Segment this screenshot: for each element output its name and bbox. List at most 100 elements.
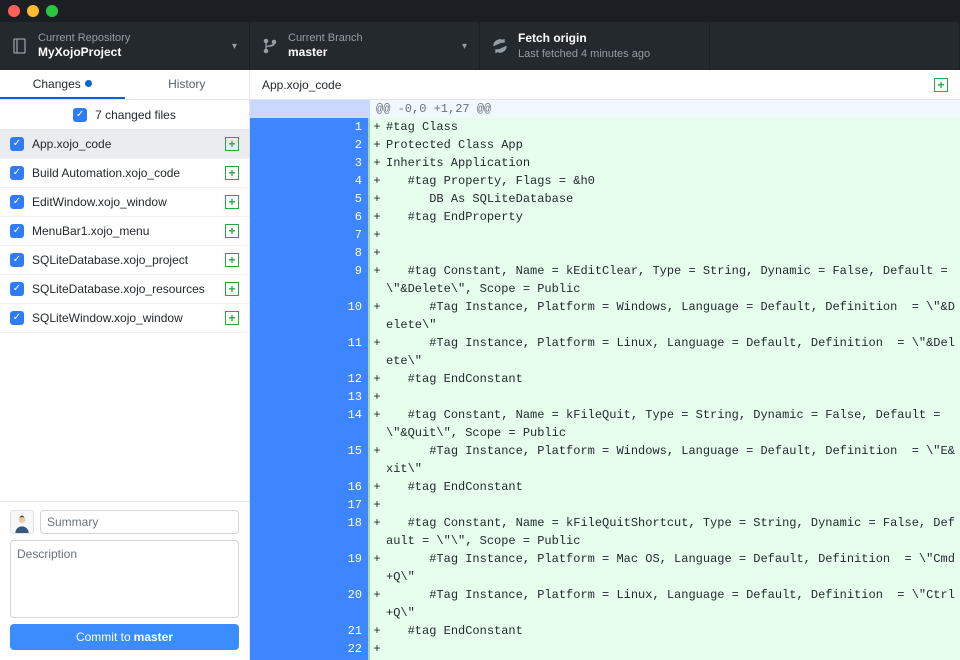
file-name: SQLiteDatabase.xojo_project [32, 253, 217, 267]
diff-marker: + [370, 226, 384, 244]
file-row[interactable]: ✓ SQLiteDatabase.xojo_project + [0, 246, 249, 275]
line-number: 12 [340, 370, 370, 388]
diff-body[interactable]: @@ -0,0 +1,27 @@ 1+#tag Class2+Protected… [250, 100, 960, 660]
diff-line[interactable]: 5+ DB As SQLiteDatabase [250, 190, 960, 208]
diff-marker: + [370, 298, 384, 334]
diff-marker: + [370, 622, 384, 640]
diff-text [384, 496, 960, 514]
diff-text: #Tag Instance, Platform = Windows, Langu… [384, 298, 960, 334]
diff-line[interactable]: 19+ #Tag Instance, Platform = Mac OS, La… [250, 550, 960, 586]
line-number: 8 [340, 244, 370, 262]
diff-line[interactable]: 7+ [250, 226, 960, 244]
commit-description-input[interactable]: Description [10, 540, 239, 618]
diff-line[interactable]: 4+ #tag Property, Flags = &h0 [250, 172, 960, 190]
file-checkbox[interactable]: ✓ [10, 137, 24, 151]
diff-marker: + [370, 262, 384, 298]
line-number: 7 [340, 226, 370, 244]
diff-marker: + [370, 136, 384, 154]
file-row[interactable]: ✓SQLiteWindow.xojo_window+ [0, 304, 249, 333]
diff-line[interactable]: 9+ #tag Constant, Name = kEditClear, Typ… [250, 262, 960, 298]
diff-marker: + [370, 406, 384, 442]
diff-line[interactable]: 3+Inherits Application [250, 154, 960, 172]
file-checkbox[interactable]: ✓ [10, 195, 24, 209]
file-row[interactable]: ✓SQLiteDatabase.xojo_resources+ [0, 275, 249, 304]
diff-header: App.xojo_code + [250, 70, 960, 100]
changes-summary-row[interactable]: ✓ 7 changed files [0, 100, 249, 130]
repo-name: MyXojoProject [38, 45, 130, 61]
changes-count-label: 7 changed files [95, 108, 176, 122]
file-row[interactable]: ✓MenuBar1.xojo_menu+ [0, 217, 249, 246]
diff-line[interactable]: 22+ [250, 640, 960, 658]
file-checkbox[interactable]: ✓ [10, 253, 24, 267]
file-row[interactable]: ✓Build Automation.xojo_code+ [0, 159, 249, 188]
line-number: 2 [340, 136, 370, 154]
close-window-icon[interactable] [8, 5, 20, 17]
diff-line[interactable]: 15+ #Tag Instance, Platform = Windows, L… [250, 442, 960, 478]
diff-marker: + [370, 370, 384, 388]
diff-text [384, 388, 960, 406]
tab-changes-label: Changes [33, 77, 81, 91]
diff-line[interactable]: 8+ [250, 244, 960, 262]
line-number: 15 [340, 442, 370, 478]
select-all-checkbox[interactable]: ✓ [73, 108, 87, 122]
diff-line[interactable]: 1+#tag Class [250, 118, 960, 136]
line-number: 6 [340, 208, 370, 226]
file-checkbox[interactable]: ✓ [10, 166, 24, 180]
header-spacer [710, 22, 960, 70]
tab-history-label: History [168, 77, 205, 91]
file-name: App.xojo_code [32, 137, 217, 151]
commit-button[interactable]: Commit to master [10, 624, 239, 650]
diff-file-name: App.xojo_code [262, 78, 341, 92]
diff-text [384, 640, 960, 658]
minimize-window-icon[interactable] [27, 5, 39, 17]
sidebar-tabs: Changes History [0, 70, 249, 100]
branch-icon [262, 38, 278, 54]
fetch-origin-button[interactable]: Fetch origin Last fetched 4 minutes ago [480, 22, 710, 70]
line-number: 14 [340, 406, 370, 442]
commit-summary-input[interactable]: Summary [40, 510, 239, 534]
diff-line[interactable]: 18+ #tag Constant, Name = kFileQuitShort… [250, 514, 960, 550]
line-number: 21 [340, 622, 370, 640]
diff-line[interactable]: 14+ #tag Constant, Name = kFileQuit, Typ… [250, 406, 960, 442]
changes-indicator-dot-icon [85, 80, 92, 87]
file-name: SQLiteWindow.xojo_window [32, 311, 217, 325]
diff-line[interactable]: 10+ #Tag Instance, Platform = Windows, L… [250, 298, 960, 334]
repo-label: Current Repository [38, 31, 130, 45]
diff-line[interactable]: 2+Protected Class App [250, 136, 960, 154]
current-repository-dropdown[interactable]: Current Repository MyXojoProject ▾ [0, 22, 250, 70]
diff-line[interactable]: 20+ #Tag Instance, Platform = Linux, Lan… [250, 586, 960, 622]
file-checkbox[interactable]: ✓ [10, 224, 24, 238]
sidebar: Changes History ✓ 7 changed files ✓ App.x… [0, 70, 250, 660]
diff-marker: + [370, 442, 384, 478]
diff-text [384, 226, 960, 244]
file-checkbox[interactable]: ✓ [10, 311, 24, 325]
added-file-icon: + [225, 282, 239, 296]
diff-line[interactable]: 21+ #tag EndConstant [250, 622, 960, 640]
diff-line[interactable]: 17+ [250, 496, 960, 514]
tab-history[interactable]: History [125, 70, 250, 99]
branch-name: master [288, 45, 363, 61]
changed-files-list: ✓ App.xojo_code + ✓Build Automation.xojo_co… [0, 130, 249, 333]
diff-line[interactable]: 11+ #Tag Instance, Platform = Linux, Lan… [250, 334, 960, 370]
diff-panel: App.xojo_code + @@ -0,0 +1,27 @@ 1+#tag … [250, 70, 960, 660]
diff-marker: + [370, 514, 384, 550]
current-branch-dropdown[interactable]: Current Branch master ▾ [250, 22, 480, 70]
file-checkbox[interactable]: ✓ [10, 282, 24, 296]
file-row[interactable]: ✓App.xojo_code+ [0, 130, 249, 159]
diff-text: #tag Property, Flags = &h0 [384, 172, 960, 190]
file-row[interactable]: ✓EditWindow.xojo_window+ [0, 188, 249, 217]
app-header: Current Repository MyXojoProject ▾ Curre… [0, 22, 960, 70]
diff-line[interactable]: 13+ [250, 388, 960, 406]
zoom-window-icon[interactable] [46, 5, 58, 17]
diff-line[interactable]: 16+ #tag EndConstant [250, 478, 960, 496]
diff-line[interactable]: 6+ #tag EndProperty [250, 208, 960, 226]
diff-line[interactable]: 12+ #tag EndConstant [250, 370, 960, 388]
diff-marker: + [370, 586, 384, 622]
commit-button-prefix: Commit to [76, 630, 131, 644]
diff-text [384, 244, 960, 262]
tab-changes[interactable]: Changes [0, 70, 125, 99]
diff-marker: + [370, 208, 384, 226]
added-file-icon: + [225, 253, 239, 267]
diff-text: Protected Class App [384, 136, 960, 154]
diff-marker: + [370, 388, 384, 406]
